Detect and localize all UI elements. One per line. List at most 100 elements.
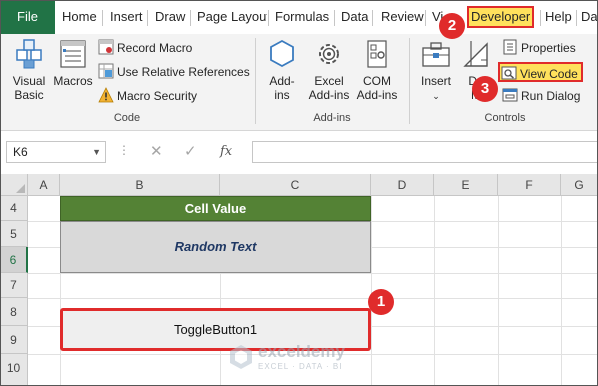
insert-control-button[interactable]: Insert ⌄ <box>416 38 456 103</box>
tab-separator <box>190 10 191 26</box>
cancel-icon[interactable]: ✕ <box>150 141 163 163</box>
use-relative-references-button[interactable]: Use Relative References <box>98 62 250 82</box>
com-add-ins-button[interactable]: COM Add-ins <box>352 38 402 102</box>
column-header-g[interactable]: G <box>561 174 598 196</box>
group-label-controls: Controls <box>484 112 526 124</box>
tab-separator <box>425 10 426 26</box>
check-icon[interactable]: ✓ <box>184 141 197 163</box>
row-header-5[interactable]: 5 <box>0 221 28 247</box>
tab-developer[interactable]: Developer <box>467 6 535 28</box>
record-macro-button[interactable]: Record Macro <box>98 38 192 58</box>
properties-label: Properties <box>521 41 576 55</box>
grid-line <box>498 196 499 386</box>
row-header-8[interactable]: 8 <box>0 298 28 326</box>
more-icon[interactable]: ⋮ <box>118 143 130 157</box>
column-header-f[interactable]: F <box>498 174 561 196</box>
row-header-10[interactable]: 10 <box>0 354 28 386</box>
column-header-d[interactable]: D <box>371 174 434 196</box>
properties-icon <box>503 39 517 55</box>
macro-security-button[interactable]: Macro Security <box>98 86 197 106</box>
visual-basic-button[interactable]: Visual Basic <box>6 38 52 102</box>
grid-line <box>28 273 598 274</box>
macros-icon <box>60 40 86 68</box>
toolbox-icon <box>422 42 450 67</box>
name-box-value: K6 <box>13 145 28 159</box>
column-header-a[interactable]: A <box>28 174 60 196</box>
view-code-icon <box>501 66 517 80</box>
gear-icon <box>319 44 339 64</box>
tab-separator <box>540 10 541 26</box>
chevron-down-icon: ⌄ <box>432 91 440 101</box>
row-header-7[interactable]: 7 <box>0 273 28 298</box>
view-code-label: View Code <box>520 67 578 81</box>
tab-data[interactable]: Data <box>341 7 368 27</box>
column-header-e[interactable]: E <box>434 174 498 196</box>
formula-bar: K6 ▼ ⋮ ✕ ✓ fx <box>0 131 598 174</box>
column-header-c[interactable]: C <box>220 174 371 196</box>
macros-button[interactable]: Macros <box>52 38 94 88</box>
excel-add-ins-button[interactable]: Excel Add-ins <box>304 38 354 102</box>
relative-references-label: Use Relative References <box>117 65 250 79</box>
properties-button[interactable]: Properties <box>502 38 576 58</box>
tab-home[interactable]: Home <box>62 7 97 27</box>
warning-icon <box>98 87 114 103</box>
add-ins-icon <box>270 39 294 68</box>
step-badge-2: 2 <box>439 13 465 39</box>
tab-page-layout[interactable]: Page Layout <box>197 7 267 27</box>
group-label-add-ins: Add-ins <box>313 112 351 124</box>
visual-basic-label-2: Basic <box>14 88 44 102</box>
tab-review[interactable]: Review <box>381 7 424 27</box>
visual-basic-label-1: Visual <box>12 74 46 88</box>
random-text-cell[interactable]: Random Text <box>60 221 371 273</box>
relative-references-icon <box>98 63 114 79</box>
tab-data-2[interactable]: Da <box>581 7 598 27</box>
tab-file[interactable]: File <box>0 0 55 34</box>
group-label-code: Code <box>113 112 141 124</box>
macro-security-label: Macro Security <box>117 89 198 103</box>
select-all-button[interactable] <box>0 174 28 196</box>
grid-line <box>434 196 435 386</box>
tab-separator <box>334 10 335 26</box>
add-ins-button[interactable]: Add- ins <box>262 38 302 102</box>
cell-value-header[interactable]: Cell Value <box>60 196 371 221</box>
step-badge-1: 1 <box>368 289 394 315</box>
com-add-ins-icon <box>367 40 387 68</box>
row-header-4[interactable]: 4 <box>0 196 28 221</box>
step-badge-3: 3 <box>472 76 498 102</box>
visual-basic-icon <box>16 39 42 69</box>
formula-input[interactable] <box>252 141 598 163</box>
run-dialog-button[interactable]: Run Dialog <box>502 86 580 106</box>
column-header-b[interactable]: B <box>60 174 220 196</box>
record-macro-label: Record Macro <box>117 41 193 55</box>
tab-help[interactable]: Help <box>545 7 572 27</box>
insert-function-button[interactable]: fx <box>220 141 232 163</box>
macros-label: Macros <box>53 74 93 88</box>
com-add-ins-label-2: Add-ins <box>356 88 398 102</box>
run-dialog-icon <box>502 88 518 102</box>
tab-formulas[interactable]: Formulas <box>275 7 329 27</box>
design-mode-icon <box>463 41 488 67</box>
tab-separator <box>147 10 148 26</box>
row-header-9[interactable]: 9 <box>0 326 28 354</box>
exceldemy-watermark: exceldemy EXCEL · DATA · BI <box>228 340 368 376</box>
view-code-button[interactable]: View Code <box>498 62 583 82</box>
chevron-down-icon[interactable]: ▼ <box>92 142 101 162</box>
com-add-ins-label-1: COM <box>363 74 391 88</box>
tab-separator <box>268 10 269 26</box>
exceldemy-logo-icon <box>230 345 252 369</box>
group-separator <box>409 38 410 124</box>
tab-insert[interactable]: Insert <box>110 7 143 27</box>
tab-separator <box>102 10 103 26</box>
tab-draw[interactable]: Draw <box>155 7 185 27</box>
row-header-6[interactable]: 6 <box>0 247 28 273</box>
grid-line <box>561 196 562 386</box>
select-all-triangle-icon <box>16 184 25 193</box>
run-dialog-label: Run Dialog <box>521 89 581 103</box>
ribbon-tab-bar: File Home Insert Draw Page Layout Formul… <box>0 0 598 34</box>
tab-separator <box>372 10 373 26</box>
worksheet-grid[interactable]: A B C D E F G 4 5 6 7 8 9 10 Cell Value … <box>0 174 598 386</box>
name-box[interactable]: K6 ▼ <box>6 141 106 163</box>
group-separator <box>255 38 256 124</box>
tab-separator <box>576 10 577 26</box>
watermark-tagline: EXCEL · DATA · BI <box>258 362 343 371</box>
